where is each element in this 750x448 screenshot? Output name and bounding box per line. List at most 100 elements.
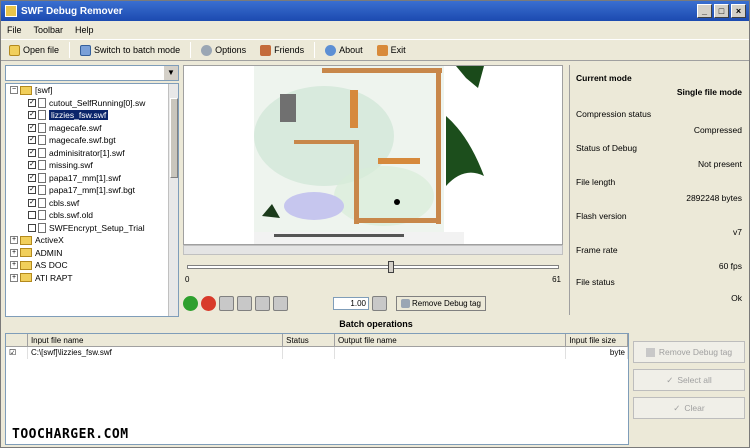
exit-button[interactable]: Exit	[373, 43, 410, 58]
options-button[interactable]: Options	[197, 43, 250, 58]
flash-version-label: Flash version	[576, 211, 627, 221]
file-checkbox[interactable]	[28, 211, 36, 220]
menu-toolbar[interactable]: Toolbar	[34, 25, 64, 35]
exit-icon	[376, 44, 388, 56]
file-status-value: Ok	[731, 293, 742, 303]
tree-file[interactable]: ✓ magecafe.swf	[6, 122, 178, 135]
tree-file[interactable]: ✓ missing.swf	[6, 159, 178, 172]
column-header[interactable]: Status	[283, 334, 335, 346]
window-title: SWF Debug Remover	[21, 5, 123, 17]
column-header[interactable]	[6, 334, 28, 346]
tree-scrollbar[interactable]	[168, 84, 178, 316]
preview-image	[254, 66, 484, 244]
tree-file[interactable]: ✓ papa17_mm[1].swf.bgt	[6, 184, 178, 197]
close-button[interactable]: ×	[731, 4, 746, 18]
row-checkbox[interactable]: ☑	[6, 347, 28, 359]
column-header[interactable]: Output file name	[335, 334, 567, 346]
timeline-track[interactable]	[187, 265, 559, 269]
clear-button[interactable]: ✓ Clear	[633, 397, 745, 419]
file-checkbox[interactable]	[28, 223, 36, 232]
file-checkbox[interactable]: ✓	[28, 161, 36, 170]
friends-button[interactable]: Friends	[256, 43, 308, 58]
current-mode-row: Current mode Single file mode	[576, 73, 742, 97]
app-icon	[5, 5, 17, 17]
batch-title: Batch operations	[339, 319, 413, 329]
tree-folder[interactable]: − [swf]	[6, 84, 178, 97]
timeline-slider-handle[interactable]	[388, 261, 394, 273]
apply-speed-icon[interactable]	[372, 295, 387, 311]
file-icon	[38, 97, 46, 108]
expand-icon[interactable]: +	[10, 273, 18, 282]
expand-icon[interactable]: +	[10, 261, 18, 270]
file-checkbox[interactable]: ✓	[28, 198, 36, 207]
file-checkbox[interactable]: ✓	[28, 111, 36, 120]
exit-label: Exit	[390, 45, 406, 55]
file-checkbox[interactable]: ✓	[28, 186, 36, 195]
folder-icon	[20, 248, 32, 258]
file-checkbox[interactable]: ✓	[28, 148, 36, 157]
file-checkbox[interactable]: ✓	[28, 173, 36, 182]
collapse-icon[interactable]: −	[10, 86, 18, 95]
remove-debug-button[interactable]: Remove Debug tag	[396, 295, 486, 311]
about-button[interactable]: About	[321, 43, 367, 58]
tree-item-label: ATI RAPT	[35, 272, 73, 283]
drive-selector[interactable]: ▼	[5, 65, 179, 81]
open-file-button[interactable]: Open file	[5, 43, 63, 58]
speed-input[interactable]: 1.00	[333, 296, 369, 310]
file-icon	[38, 147, 46, 158]
file-checkbox[interactable]: ✓	[28, 136, 36, 145]
title-bar: SWF Debug Remover _ □ ×	[1, 1, 749, 21]
frame-timeline[interactable]: 0 61	[183, 259, 563, 284]
file-icon	[38, 122, 46, 133]
tree-file[interactable]: ✓ adminisitrator[1].swf	[6, 147, 178, 160]
zoom-in-icon[interactable]	[219, 295, 234, 311]
tree-file[interactable]: ✓ lizzies_fsw.swf	[6, 109, 178, 122]
tree-folder[interactable]: + ADMIN	[6, 247, 178, 260]
tree-file[interactable]: ✓ papa17_mm[1].swf	[6, 172, 178, 185]
table-cell: byte	[566, 347, 628, 359]
zoom-out-icon[interactable]	[237, 295, 252, 311]
column-header[interactable]: Input file name	[28, 334, 284, 346]
tree-folder[interactable]: + ATI RAPT	[6, 272, 178, 285]
tree-item-label: cutout_SelfRunning[0].sw	[49, 97, 146, 108]
select-all-label: Select all	[677, 375, 712, 385]
window-controls: _ □ ×	[697, 4, 746, 18]
tree-file[interactable]: SWFEncrypt_Setup_Trial	[6, 222, 178, 235]
tree-file[interactable]: ✓ magecafe.swf.bgt	[6, 134, 178, 147]
menu-help[interactable]: Help	[75, 25, 94, 35]
column-header[interactable]: Input file size	[566, 334, 629, 346]
batch-remove-debug-button[interactable]: Remove Debug tag	[633, 341, 745, 363]
chevron-down-icon[interactable]: ▼	[164, 66, 178, 80]
tree-folder[interactable]: + ActiveX	[6, 234, 178, 247]
file-checkbox[interactable]: ✓	[28, 123, 36, 132]
tree-file[interactable]: cbls.swf.old	[6, 209, 178, 222]
zoom-fit-icon[interactable]	[255, 295, 270, 311]
expand-icon[interactable]: +	[10, 236, 18, 245]
table-cell	[283, 347, 335, 359]
menu-file[interactable]: File	[7, 25, 22, 35]
play-icon[interactable]	[183, 295, 198, 311]
expand-icon[interactable]: +	[10, 248, 18, 257]
file-tree[interactable]: − [swf] ✓ cutout_SelfRunning[0].sw ✓ lizzies_…	[5, 83, 179, 317]
maximize-button[interactable]: □	[714, 4, 729, 18]
flash-version-row: Flash version v7	[576, 211, 742, 237]
switch-batch-button[interactable]: Switch to batch mode	[76, 43, 184, 58]
file-checkbox[interactable]: ✓	[28, 98, 36, 107]
zoom-reset-icon[interactable]	[273, 295, 288, 311]
minimize-button[interactable]: _	[697, 4, 712, 18]
tree-file[interactable]: ✓ cutout_SelfRunning[0].sw	[6, 97, 178, 110]
switch-batch-label: Switch to batch mode	[94, 45, 181, 55]
tree-file[interactable]: ✓ cbls.swf	[6, 197, 178, 210]
clear-label: Clear	[684, 403, 705, 413]
select-all-button[interactable]: ✓ Select all	[633, 369, 745, 391]
preview-scrollbar[interactable]	[183, 245, 563, 255]
player-controls: 1.00 Remove Debug tag	[183, 293, 563, 313]
table-row[interactable]: ☑ C:\[swf]\lizzies_fsw.swf byte	[6, 347, 628, 359]
gear-icon	[201, 44, 213, 56]
tree-item-label: papa17_mm[1].swf	[49, 172, 121, 183]
tree-folder[interactable]: + AS DOC	[6, 259, 178, 272]
scrollbar-thumb[interactable]	[170, 98, 178, 178]
stop-icon[interactable]	[201, 295, 216, 311]
friends-icon	[260, 44, 272, 56]
tree-item-label: missing.swf	[49, 160, 93, 171]
